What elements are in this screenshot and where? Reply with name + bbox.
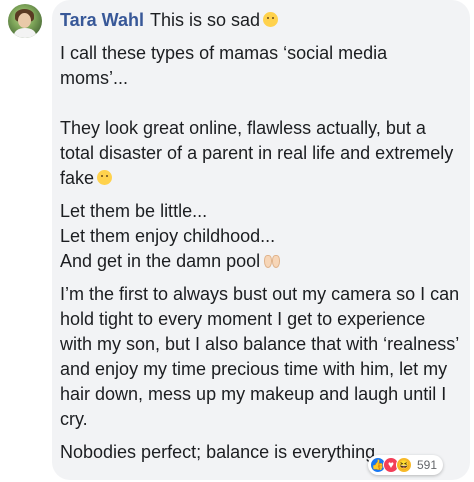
- comment-paragraph-2-text: They look great online, flawless actuall…: [60, 118, 454, 188]
- avatar[interactable]: [8, 4, 42, 38]
- comment-paragraph-3-text: Let them be little... Let them enjoy chi…: [60, 201, 276, 271]
- comment-paragraph-4: I’m the first to always bust out my came…: [60, 284, 460, 429]
- comment-paragraph-1: I call these types of mamas ‘social medi…: [60, 43, 388, 88]
- reactions-summary[interactable]: 👍 ♥ 😆 591: [368, 455, 444, 475]
- haha-icon: 😆: [396, 457, 412, 473]
- avatar-face: [18, 13, 31, 28]
- avatar-body: [14, 28, 36, 38]
- sad-face-emoji-icon: [263, 12, 279, 27]
- sad-face-emoji-icon: [97, 170, 113, 185]
- comment-paragraph-2: They look great online, flawless actuall…: [60, 116, 460, 191]
- comment-first-line: Tara Wahl This is so sad: [60, 8, 460, 33]
- comment-first-text: This is so sad: [150, 10, 261, 30]
- raising-hands-emoji-icon: [264, 255, 281, 268]
- author-name[interactable]: Tara Wahl: [60, 10, 144, 30]
- comment-paragraph-3: Let them be little... Let them enjoy chi…: [60, 199, 460, 274]
- reaction-count: 591: [417, 458, 438, 472]
- comment-content: Tara Wahl This is so sad I call these typ…: [60, 8, 460, 473]
